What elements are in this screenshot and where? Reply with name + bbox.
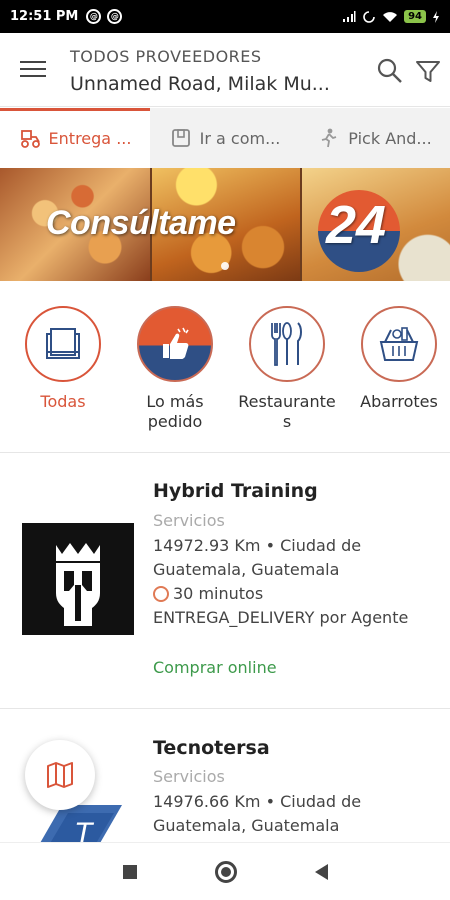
svg-text:T: T <box>74 817 95 842</box>
filter-icon[interactable] <box>414 57 442 85</box>
provider-details: 14972.93 Km • Ciudad de Guatemala, Guate… <box>153 534 433 630</box>
category-popular-circle <box>137 306 213 382</box>
wifi-icon <box>383 11 398 22</box>
tab-pickup[interactable]: Pick And... <box>300 108 450 168</box>
category-row: Todas Lo más pedido Restaurantes Abarrot… <box>0 282 450 452</box>
category-all[interactable]: Todas <box>8 306 118 412</box>
charging-icon <box>433 10 439 23</box>
tab-store-label: Ir a com... <box>199 128 281 148</box>
clock-icon <box>153 586 169 602</box>
cutlery-icon <box>271 322 302 366</box>
grocery-basket-icon <box>379 327 419 361</box>
provider-details: 14976.66 Km • Ciudad de Guatemala, Guate… <box>153 790 433 838</box>
category-groceries-circle <box>361 306 437 382</box>
store-icon <box>171 129 190 147</box>
tab-delivery[interactable]: Entrega ... <box>0 108 150 168</box>
provider-name: Hybrid Training <box>153 480 318 502</box>
delivery-icon <box>20 130 40 148</box>
provider-time-row: 30 minutos <box>153 582 433 606</box>
tab-delivery-label: Entrega ... <box>48 128 132 148</box>
provider-time: 30 minutos <box>173 584 264 603</box>
provider-category: Servicios <box>153 511 225 530</box>
provider-delivery-type: ENTREGA_DELIVERY por Agente <box>153 608 409 627</box>
carousel-indicator <box>221 262 229 270</box>
delivery-address[interactable]: Unnamed Road, Milak Mu... <box>70 73 360 95</box>
provider-distance-location: 14972.93 Km • Ciudad de Guatemala, Guate… <box>153 536 362 579</box>
brand-logo-text: Consúltame <box>46 204 236 242</box>
header-title: TODOS PROVEEDORES <box>70 47 262 66</box>
spartan-helmet-logo <box>56 543 100 626</box>
sync-icon <box>363 10 375 23</box>
app-header: TODOS PROVEEDORES Unnamed Road, Milak Mu… <box>0 33 450 107</box>
category-popular-label: Lo más pedido <box>146 392 204 431</box>
provider-category: Servicios <box>153 767 225 786</box>
menu-icon[interactable] <box>20 61 46 79</box>
brand-logo-number: 24 <box>326 195 387 255</box>
all-items-icon <box>46 328 80 359</box>
pickup-icon <box>322 128 337 148</box>
signal-icon <box>343 10 356 22</box>
provider-card[interactable]: Hybrid Training Servicios 14972.93 Km • … <box>0 453 450 708</box>
notification-icon: @ <box>86 9 102 24</box>
category-popular[interactable]: Lo más pedido <box>120 306 230 432</box>
status-time: 12:51 PM <box>10 9 79 24</box>
buy-online-link[interactable]: Comprar online <box>153 658 277 677</box>
search-icon[interactable] <box>376 57 404 85</box>
home-icon[interactable] <box>214 860 237 883</box>
recent-apps-icon[interactable] <box>122 864 137 879</box>
tab-store[interactable]: Ir a com... <box>150 108 300 168</box>
provider-name: Tecnotersa <box>153 737 270 759</box>
category-groceries-label: Abarrotes <box>360 392 438 411</box>
category-restaurants-label: Restaurantes <box>238 392 336 431</box>
system-nav-bar <box>0 842 450 900</box>
map-view-button[interactable] <box>25 740 95 810</box>
back-icon[interactable] <box>314 863 328 880</box>
status-bar: 12:51 PM @ @ 94 <box>0 0 450 33</box>
delivery-mode-tabs: Entrega ... Ir a com... Pick And... <box>0 108 450 168</box>
provider-logo <box>22 523 134 635</box>
provider-distance-location: 14976.66 Km • Ciudad de Guatemala, Guate… <box>153 792 362 835</box>
category-all-circle <box>25 306 101 382</box>
notification-icon-2: @ <box>107 9 123 24</box>
map-icon <box>47 762 73 788</box>
category-groceries[interactable]: Abarrotes <box>344 306 450 412</box>
category-restaurants-circle <box>249 306 325 382</box>
category-all-label: Todas <box>40 392 86 411</box>
battery-icon: 94 <box>404 10 426 23</box>
thumbs-up-icon <box>163 327 189 359</box>
category-restaurants[interactable]: Restaurantes <box>232 306 342 432</box>
tab-pickup-label: Pick And... <box>348 128 432 148</box>
